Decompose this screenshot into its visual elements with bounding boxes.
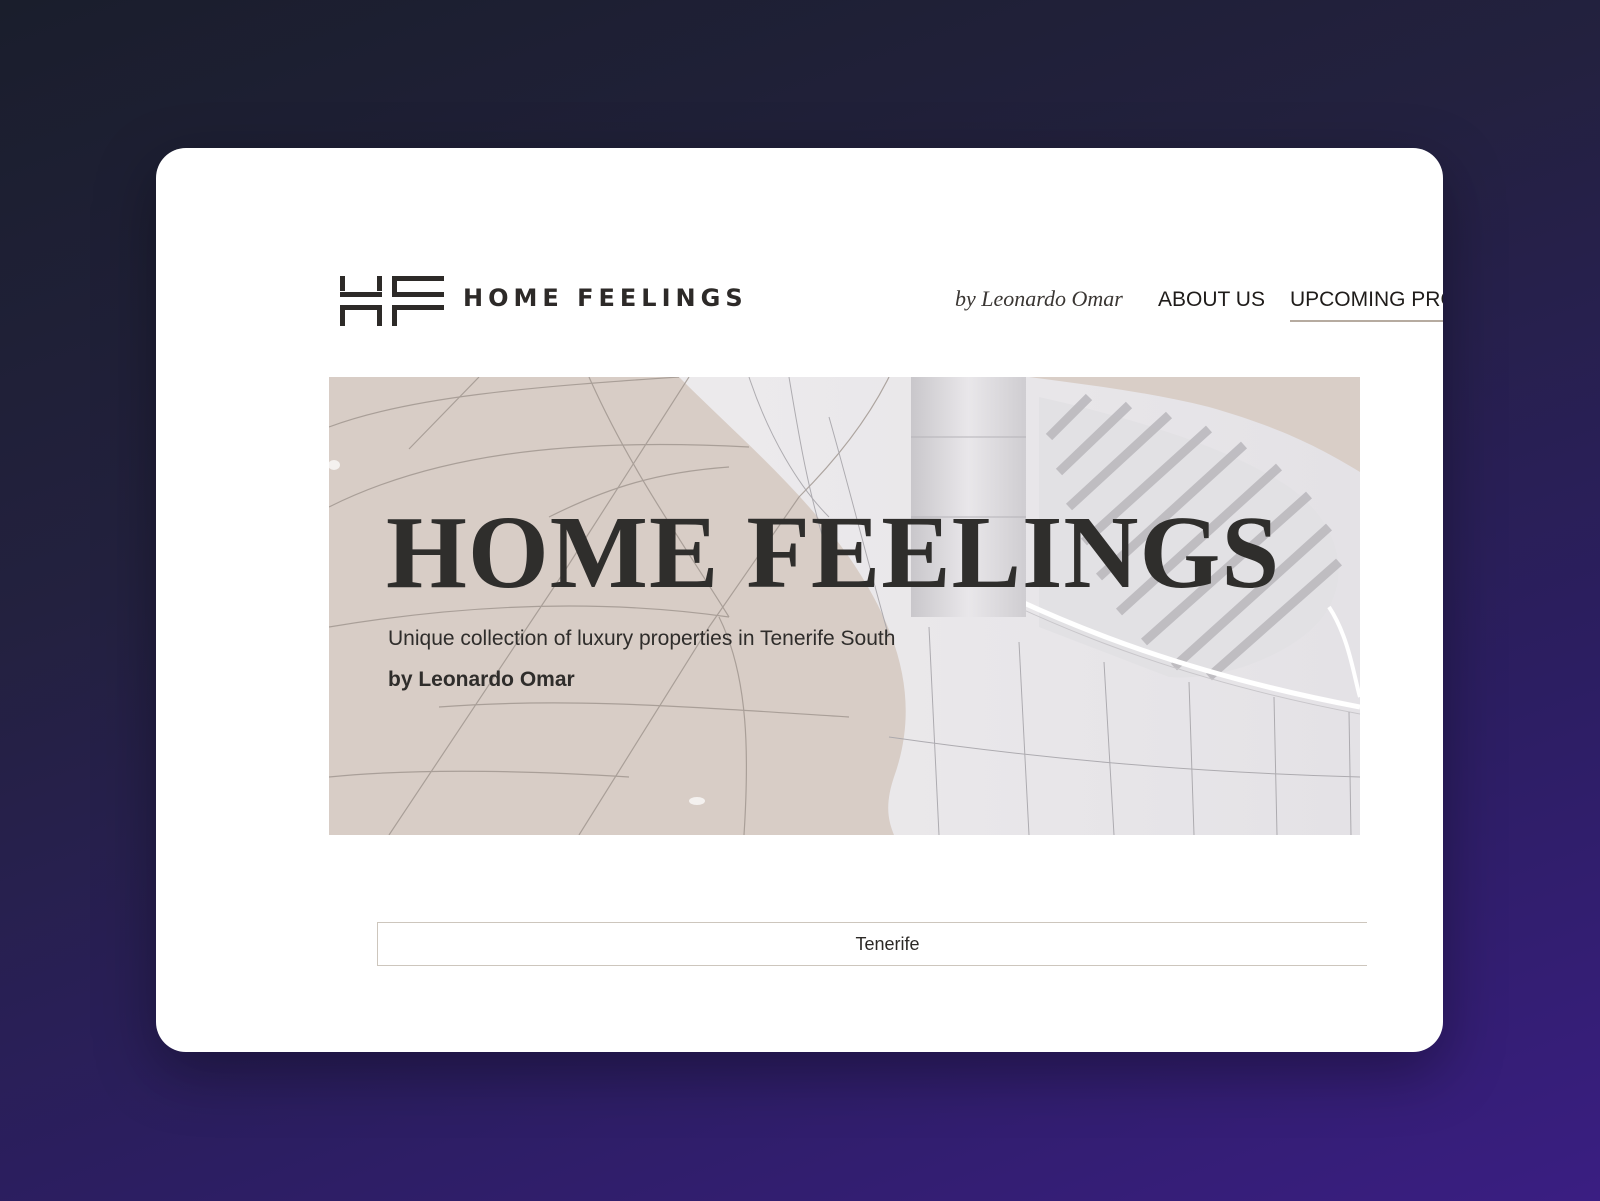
hf-monogram-icon[interactable]: [340, 276, 444, 326]
brand-byline: by Leonardo Omar: [955, 286, 1123, 311]
hero-byline: by Leonardo Omar: [388, 668, 575, 691]
location-tab[interactable]: Tenerife: [377, 922, 1367, 966]
hero-subtitle: Unique collection of luxury properties i…: [388, 627, 896, 650]
nav-upcoming-projects[interactable]: UPCOMING PROJECTS: [1289, 288, 1443, 322]
hero-title: HOME FEELINGS: [386, 495, 1281, 610]
main-nav: ABOUT US UPCOMING PROJECTS: [1158, 288, 1443, 322]
site-header: HOME FEELINGS by Leonardo Omar ABOUT US …: [340, 276, 1443, 336]
brand-name[interactable]: HOME FEELINGS: [463, 284, 748, 312]
website-card: HOME FEELINGS by Leonardo Omar ABOUT US …: [156, 148, 1443, 1052]
hero-banner: HOME FEELINGS Unique collection of luxur…: [329, 377, 1360, 835]
location-label: Tenerife: [855, 933, 920, 954]
nav-about-us[interactable]: ABOUT US: [1158, 288, 1265, 322]
